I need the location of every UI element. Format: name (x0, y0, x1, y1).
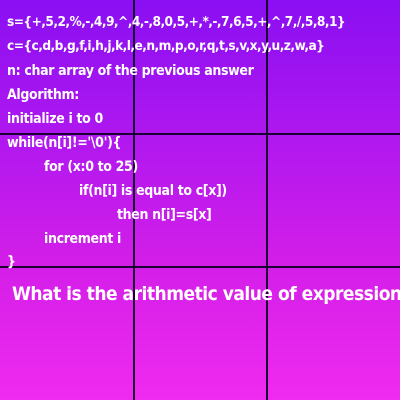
c-array-definition: c={c,d,b,g,f,i,h,j,k,l,e,n,m,p,o,r,q,t,s… (7, 38, 325, 54)
algorithm-init-step: initialize i to 0 (7, 111, 103, 127)
algorithm-while-loop: while(n[i]!='\0'){ (7, 135, 122, 151)
puzzle-canvas: s={+,5,2,%,-,4,9,^,4,-,8,0,5,+,*,-,7,6,5… (0, 0, 400, 400)
grid-overlay (0, 0, 400, 400)
algorithm-for-loop: for (x:0 to 25) (44, 159, 138, 175)
algorithm-if-condition: if(n[i] is equal to c[x]) (79, 183, 227, 199)
algorithm-closing-brace: } (7, 254, 16, 270)
s-array-definition: s={+,5,2,%,-,4,9,^,4,-,8,0,5,+,*,-,7,6,5… (7, 14, 346, 30)
n-array-description: n: char array of the previous answer (7, 63, 254, 79)
algorithm-assignment: then n[i]=s[x] (117, 207, 212, 223)
algorithm-heading: Algorithm: (7, 87, 79, 103)
question-text: What is the arithmetic value of expressi… (12, 283, 400, 305)
algorithm-increment: increment i (44, 231, 122, 247)
